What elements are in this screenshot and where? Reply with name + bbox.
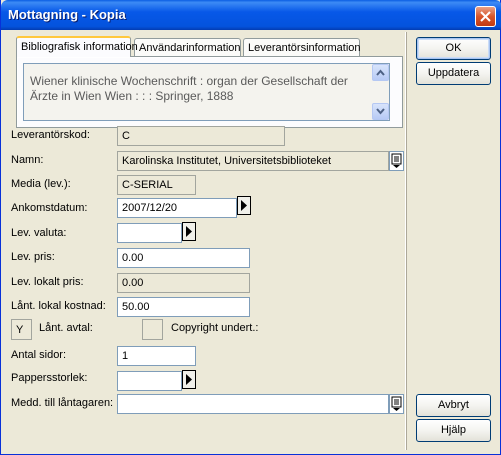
bibliographic-text: Wiener klinische Wochenschrift : organ d… bbox=[30, 74, 348, 103]
window-title: Mottagning - Kopia bbox=[8, 7, 126, 22]
message-field[interactable] bbox=[117, 394, 389, 414]
loan-cost-field[interactable]: 50.00 bbox=[117, 297, 250, 317]
currency-label: Lev. valuta: bbox=[11, 227, 67, 239]
arrow-right-icon bbox=[241, 200, 247, 211]
list-icon bbox=[391, 396, 402, 411]
message-list-button[interactable] bbox=[389, 394, 404, 414]
price-label: Lev. pris: bbox=[11, 251, 55, 263]
copyright-field[interactable] bbox=[142, 319, 163, 340]
local-price-field: 0.00 bbox=[117, 273, 250, 293]
arrow-right-icon bbox=[186, 226, 192, 237]
close-icon bbox=[480, 11, 491, 22]
dialog-window: Mottagning - Kopia Bibliografisk informa… bbox=[0, 0, 501, 455]
list-icon bbox=[391, 153, 402, 168]
arrival-date-button[interactable] bbox=[237, 196, 251, 215]
price-field[interactable]: 0.00 bbox=[117, 248, 250, 268]
loan-agreement-label: Lånt. avtal: bbox=[39, 322, 93, 334]
arrival-date-field[interactable]: 2007/12/20 bbox=[117, 198, 237, 218]
name-field: Karolinska Institutet, Universitetsbibli… bbox=[117, 151, 389, 171]
chevron-up-icon bbox=[376, 69, 385, 76]
tab-panel: Wiener klinische Wochenschrift : organ d… bbox=[16, 56, 403, 128]
scroll-up-button[interactable] bbox=[372, 64, 389, 81]
scroll-down-button[interactable] bbox=[372, 103, 389, 120]
ok-button[interactable]: OK bbox=[416, 37, 491, 60]
tab-supplier[interactable]: Leverantörsinformation bbox=[243, 38, 361, 57]
copyright-label: Copyright undert.: bbox=[171, 322, 259, 334]
paper-size-button[interactable] bbox=[182, 370, 196, 389]
supplier-code-label: Leverantörskod: bbox=[11, 129, 90, 141]
pages-field[interactable]: 1 bbox=[117, 346, 196, 366]
bibliographic-memo[interactable]: Wiener klinische Wochenschrift : organ d… bbox=[23, 63, 390, 121]
loan-cost-label: Lånt. lokal kostnad: bbox=[11, 300, 106, 312]
update-button[interactable]: Uppdatera bbox=[416, 62, 491, 85]
loan-agreement-field[interactable]: Y bbox=[11, 319, 32, 340]
chevron-down-icon bbox=[376, 108, 385, 115]
name-label: Namn: bbox=[11, 154, 44, 166]
supplier-code-field: C bbox=[117, 126, 285, 146]
media-field: C-SERIAL bbox=[117, 175, 196, 195]
tab-label: Bibliografisk information bbox=[21, 41, 138, 53]
currency-field[interactable] bbox=[117, 223, 182, 243]
media-label: Media (lev.): bbox=[11, 178, 71, 190]
form-panel: Bibliografisk information Användarinform… bbox=[5, 32, 406, 450]
currency-button[interactable] bbox=[182, 222, 196, 241]
paper-size-label: Pappersstorlek: bbox=[11, 372, 88, 384]
tab-bibliographic[interactable]: Bibliografisk information bbox=[16, 36, 138, 57]
cancel-button[interactable]: Avbryt bbox=[416, 394, 491, 417]
message-label: Medd. till låntagaren: bbox=[11, 397, 114, 409]
tab-label: Användarinformation bbox=[139, 42, 241, 54]
name-list-button[interactable] bbox=[389, 151, 404, 171]
title-bar[interactable]: Mottagning - Kopia bbox=[1, 0, 501, 30]
pages-label: Antal sidor: bbox=[11, 349, 67, 361]
help-button[interactable]: Hjälp bbox=[416, 419, 491, 442]
tab-label: Leverantörsinformation bbox=[248, 42, 361, 54]
local-price-label: Lev. lokalt pris: bbox=[11, 276, 84, 288]
memo-scrollbar[interactable] bbox=[372, 64, 389, 120]
arrow-right-icon bbox=[186, 374, 192, 385]
arrival-date-label: Ankomstdatum: bbox=[11, 202, 88, 214]
paper-size-field[interactable] bbox=[117, 371, 182, 391]
tab-user[interactable]: Användarinformation bbox=[134, 38, 241, 57]
close-button[interactable] bbox=[475, 6, 496, 27]
